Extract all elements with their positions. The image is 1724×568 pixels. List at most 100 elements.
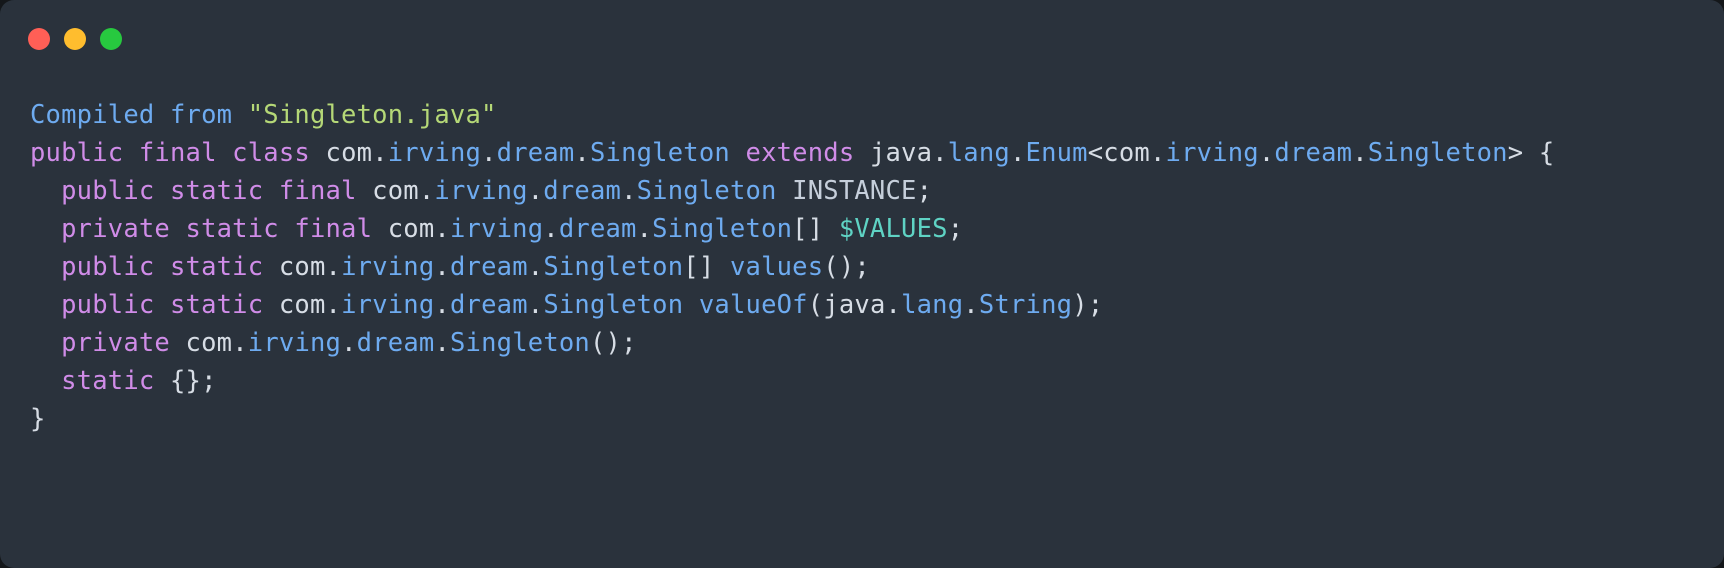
code-token: > { — [1507, 138, 1555, 168]
code-token: Compiled from — [30, 100, 248, 130]
code-token: . — [325, 290, 342, 320]
code-token: [] — [792, 214, 839, 244]
code-line-8: static {}; — [30, 362, 1724, 400]
code-token: com — [1103, 138, 1150, 168]
code-line-5: public static com.irving.dream.Singleton… — [30, 248, 1724, 286]
code-token: . — [527, 176, 544, 206]
code-token: dream — [1274, 138, 1353, 168]
window-titlebar — [0, 0, 1724, 78]
maximize-window-icon[interactable] — [100, 28, 122, 50]
code-token: "Singleton.java" — [247, 100, 497, 130]
code-token: . — [434, 290, 450, 320]
code-token: lang — [901, 290, 964, 320]
code-token: Singleton — [636, 176, 777, 206]
code-token: Singleton — [652, 214, 793, 244]
code-token: Singleton — [543, 290, 684, 320]
code-token: . — [885, 290, 902, 320]
code-token: . — [434, 252, 450, 282]
screenshot-frame: Compiled from "Singleton.java" public fin… — [0, 0, 1724, 568]
code-token: . — [1352, 138, 1368, 168]
code-token: public final class — [30, 138, 310, 168]
code-token: < — [1087, 138, 1104, 168]
code-token: dream — [356, 328, 435, 358]
code-token: } — [30, 404, 46, 434]
code-token: public static — [61, 252, 264, 282]
code-token: ; — [916, 176, 933, 206]
code-line-9: } — [30, 400, 1724, 438]
code-token: String — [978, 290, 1073, 320]
code-token: . — [481, 138, 497, 168]
code-token: Singleton — [543, 252, 684, 282]
code-token: com — [325, 138, 373, 168]
code-token: irving — [449, 214, 544, 244]
code-token: Enum — [1025, 138, 1088, 168]
code-token: . — [232, 328, 248, 358]
code-token: . — [418, 176, 435, 206]
close-window-icon[interactable] — [28, 28, 50, 50]
minimize-window-icon[interactable] — [64, 28, 86, 50]
code-token: java — [869, 138, 933, 168]
code-token: . — [1258, 138, 1275, 168]
code-token: com — [278, 252, 326, 282]
code-token: irving — [434, 176, 528, 206]
code-token: (); — [823, 252, 870, 282]
code-token: irving — [247, 328, 342, 358]
code-body: Compiled from "Singleton.java" public fin… — [0, 78, 1724, 568]
code-token: private static final — [61, 214, 373, 244]
code-token: {}; — [170, 366, 217, 396]
code-token: $VALUES — [838, 214, 948, 244]
code-line-7: private com.irving.dream.Singleton(); — [30, 324, 1724, 362]
code-token: Singleton — [589, 138, 730, 168]
code-line-6: public static com.irving.dream.Singleton… — [30, 286, 1724, 324]
code-token: lang — [947, 138, 1010, 168]
code-token: . — [963, 290, 979, 320]
code-token: [] — [683, 252, 730, 282]
code-token: public static — [61, 290, 264, 320]
code-token: irving — [341, 252, 435, 282]
code-token: static — [61, 366, 155, 396]
code-token: dream — [449, 290, 528, 320]
code-token: . — [527, 290, 544, 320]
code-token: extends — [745, 138, 855, 168]
code-token: com — [185, 328, 233, 358]
code-token: . — [1149, 138, 1166, 168]
code-window: Compiled from "Singleton.java" public fin… — [0, 0, 1724, 568]
code-token: irving — [387, 138, 482, 168]
code-token: ( — [807, 290, 824, 320]
code-token: . — [543, 214, 559, 244]
code-token: values — [729, 252, 824, 282]
code-line-4: private static final com.irving.dream.Si… — [30, 210, 1724, 248]
code-token: . — [372, 138, 388, 168]
code-line-3: public static final com.irving.dream.Sin… — [30, 172, 1724, 210]
code-token: . — [527, 252, 544, 282]
code-token: com — [387, 214, 435, 244]
code-token: . — [325, 252, 342, 282]
code-token: . — [1009, 138, 1026, 168]
code-token: Singleton — [450, 328, 590, 358]
code-token: dream — [449, 252, 528, 282]
code-token: ; — [947, 214, 964, 244]
traffic-light-controls[interactable] — [28, 28, 1724, 50]
code-token: dream — [558, 214, 637, 244]
code-token: INSTANCE — [792, 176, 917, 206]
code-block[interactable]: Compiled from "Singleton.java" public fin… — [30, 96, 1724, 438]
code-token: . — [932, 138, 948, 168]
code-token: com — [278, 290, 326, 320]
code-token: irving — [341, 290, 435, 320]
code-token: . — [434, 214, 450, 244]
